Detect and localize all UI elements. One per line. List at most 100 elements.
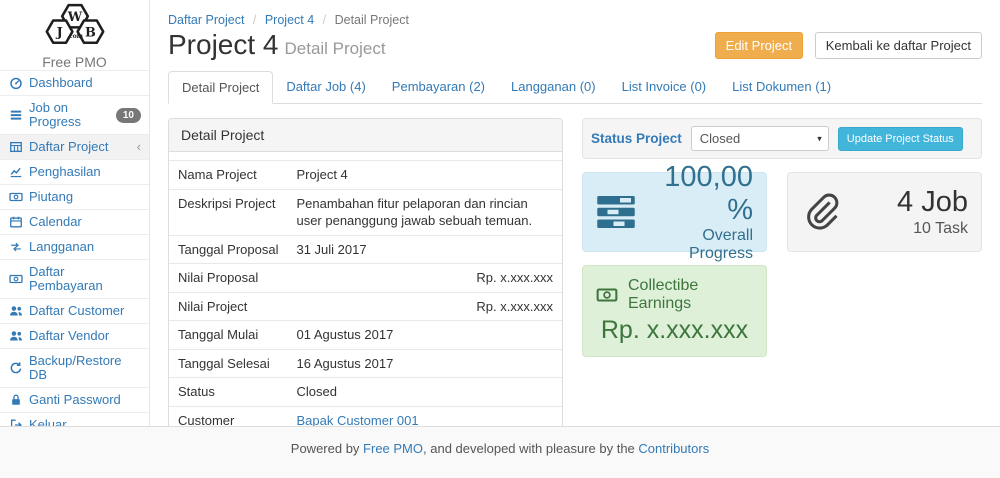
sidebar-item-calendar[interactable]: Calendar	[0, 209, 149, 234]
jobs-text: 4 Job 10 Task	[897, 186, 968, 237]
lock-icon	[8, 393, 23, 407]
breadcrumb-separator: /	[249, 13, 259, 27]
breadcrumb-item-detail-project: Detail Project	[335, 13, 409, 27]
row-label: Customer	[169, 406, 287, 426]
retweet-icon	[8, 240, 23, 254]
money-icon	[596, 284, 618, 306]
table-row: Nama ProjectProject 4	[169, 161, 562, 190]
status-select-wrap: Closed ▾	[691, 126, 829, 151]
sidebar-item-label: Daftar Vendor	[29, 329, 109, 343]
row-label: Nilai Proposal	[169, 264, 287, 293]
svg-text:.com: .com	[66, 33, 83, 40]
status-select[interactable]: Closed	[691, 126, 829, 151]
sidebar-item-label: Daftar Customer	[29, 304, 124, 318]
sidebar-item-label: Penghasilan	[29, 165, 101, 179]
jobs-box: 4 Job 10 Task	[787, 172, 982, 252]
brand-name: Free PMO	[42, 54, 107, 70]
status-project-bar: Status Project Closed ▾ Update Project S…	[582, 118, 982, 159]
badge: 10	[116, 108, 141, 123]
sidebar-item-label: Daftar Pembayaran	[29, 265, 141, 293]
sidebar-item-job-on-progress[interactable]: Job on Progress 10	[0, 95, 149, 134]
row-label: Tanggal Mulai	[169, 321, 287, 350]
breadcrumb-item-project-4[interactable]: Project 4	[265, 13, 314, 27]
tab-list-invoice-0[interactable]: List Invoice (0)	[609, 71, 720, 103]
sidebar-item-label: Piutang	[29, 190, 73, 204]
sidebar-item-daftar-vendor[interactable]: Daftar Vendor	[0, 323, 149, 348]
back-to-project-list-button[interactable]: Kembali ke daftar Project	[815, 32, 982, 59]
page-header: Project 4 Detail Project Edit Project Kem…	[150, 29, 1000, 61]
table-row: Nilai ProposalRp. x.xxx.xxx	[169, 264, 562, 293]
collectible-earnings-box: Collectibe Earnings Rp. x.xxx.xxx	[582, 265, 767, 357]
row-label: Nama Project	[169, 161, 287, 190]
tab-pembayaran-2[interactable]: Pembayaran (2)	[379, 71, 498, 103]
sidebar-item-daftar-project[interactable]: Daftar Project‹	[0, 134, 149, 159]
dashboard-icon	[8, 76, 23, 90]
table-row: Tanggal Selesai16 Agustus 2017	[169, 349, 562, 378]
detail-project-panel: Detail Project Nama ProjectProject 4Desk…	[168, 118, 563, 426]
sidebar-item-label: Langganan	[29, 240, 94, 254]
logo-link[interactable]: W J B .com Free PMO	[0, 0, 149, 70]
sidebar-item-label: Dashboard	[29, 76, 93, 90]
money-icon	[8, 190, 23, 204]
sidebar-item-langganan[interactable]: Langganan	[0, 234, 149, 259]
header-buttons: Edit Project Kembali ke daftar Project	[715, 32, 982, 59]
table-row: Tanggal Mulai01 Agustus 2017	[169, 321, 562, 350]
svg-text:W: W	[66, 10, 82, 25]
sidebar-item-piutang[interactable]: Piutang	[0, 184, 149, 209]
panel-body: Nama ProjectProject 4Deskripsi ProjectPe…	[169, 152, 562, 426]
page-title-wrap: Project 4 Detail Project	[168, 29, 386, 61]
app: W J B .com Free PMO Dashboard Job on Prog…	[0, 0, 1000, 478]
sidebar-item-ganti-password[interactable]: Ganti Password	[0, 387, 149, 412]
update-project-status-button[interactable]: Update Project Status	[838, 127, 963, 151]
refresh-icon	[8, 361, 23, 375]
page-title: Project 4	[168, 29, 279, 60]
row-value: Penambahan fitur pelaporan dan rincian u…	[287, 189, 562, 235]
jobs-label: 10 Task	[897, 220, 968, 238]
footer-text-prefix: Powered by	[291, 441, 363, 456]
row-label: Status	[169, 378, 287, 407]
sidebar-item-label: Backup/Restore DB	[29, 354, 141, 382]
row-value: 16 Agustus 2017	[287, 349, 562, 378]
sidebar-item-backup-restore-db[interactable]: Backup/Restore DB	[0, 348, 149, 387]
row-label: Deskripsi Project	[169, 189, 287, 235]
customer-link[interactable]: Bapak Customer 001	[296, 413, 418, 426]
progress-label: Overall Progress	[636, 227, 753, 263]
breadcrumb-item-daftar-project[interactable]: Daftar Project	[168, 13, 244, 27]
tasks-icon	[596, 192, 636, 232]
panel-title: Detail Project	[169, 119, 562, 152]
sidebar-item-daftar-customer[interactable]: Daftar Customer	[0, 298, 149, 323]
sidebar-box: W J B .com Free PMO Dashboard Job on Prog…	[0, 0, 150, 438]
row-value: Rp. x.xxx.xxx	[287, 292, 562, 321]
breadcrumb-separator: /	[319, 13, 329, 27]
row-value: Closed	[287, 378, 562, 407]
tab-list-dokumen-1[interactable]: List Dokumen (1)	[719, 71, 844, 103]
edit-project-button[interactable]: Edit Project	[715, 32, 803, 59]
page-subtitle: Detail Project	[285, 39, 386, 58]
footer-link-free-pmo[interactable]: Free PMO	[363, 441, 423, 456]
tab-daftar-job-4[interactable]: Daftar Job (4)	[273, 71, 378, 103]
jobs-value: 4 Job	[897, 186, 968, 219]
tab-bar: Detail ProjectDaftar Job (4)Pembayaran (…	[168, 71, 982, 104]
overall-progress-box: 100,00 % Overall Progress	[582, 172, 767, 252]
svg-text:B: B	[84, 26, 95, 41]
row-label: Tanggal Selesai	[169, 349, 287, 378]
jwb-logo-icon: W J B .com	[29, 0, 121, 53]
chart-line-icon	[8, 165, 23, 179]
footer-link-contributors[interactable]: Contributors	[638, 441, 709, 456]
money-icon	[8, 272, 23, 286]
table-icon	[8, 140, 23, 154]
sidebar-item-daftar-pembayaran[interactable]: Daftar Pembayaran	[0, 259, 149, 298]
table-row: Deskripsi ProjectPenambahan fitur pelapo…	[169, 189, 562, 235]
sidebar-item-dashboard[interactable]: Dashboard	[0, 70, 149, 95]
row-value: 31 Juli 2017	[287, 235, 562, 264]
content-area: Detail Project Nama ProjectProject 4Desk…	[150, 104, 1000, 426]
footer: Powered by Free PMO, and developed with …	[0, 426, 1000, 478]
sidebar-item-label: Job on Progress	[29, 101, 110, 129]
sidebar-item-label: Daftar Project	[29, 140, 108, 154]
table-row: Tanggal Proposal31 Juli 2017	[169, 235, 562, 264]
table-row: Nilai ProjectRp. x.xxx.xxx	[169, 292, 562, 321]
tab-detail-project[interactable]: Detail Project	[168, 71, 273, 104]
sidebar-item-penghasilan[interactable]: Penghasilan	[0, 159, 149, 184]
right-column: Status Project Closed ▾ Update Project S…	[582, 118, 982, 357]
tab-langganan-0[interactable]: Langganan (0)	[498, 71, 609, 103]
